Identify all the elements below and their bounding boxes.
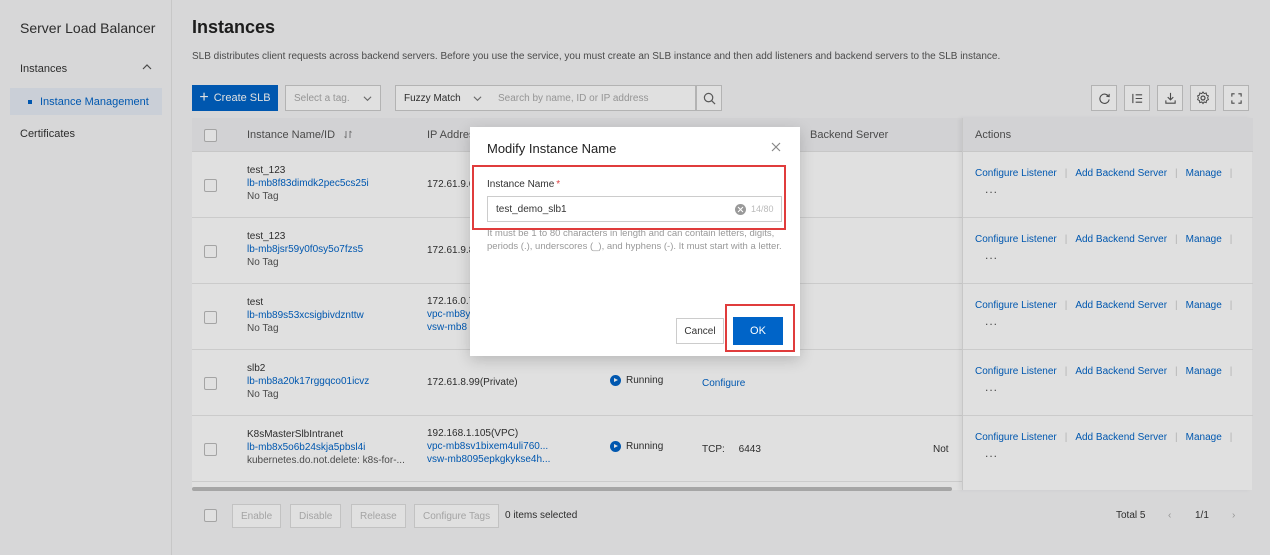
highlight-box-ok <box>725 304 795 352</box>
cancel-button[interactable]: Cancel <box>676 318 724 344</box>
highlight-box-input <box>472 165 786 230</box>
field-hint: It must be 1 to 80 characters in length … <box>487 228 782 252</box>
close-icon[interactable] <box>770 141 782 153</box>
dialog-title: Modify Instance Name <box>487 141 617 156</box>
